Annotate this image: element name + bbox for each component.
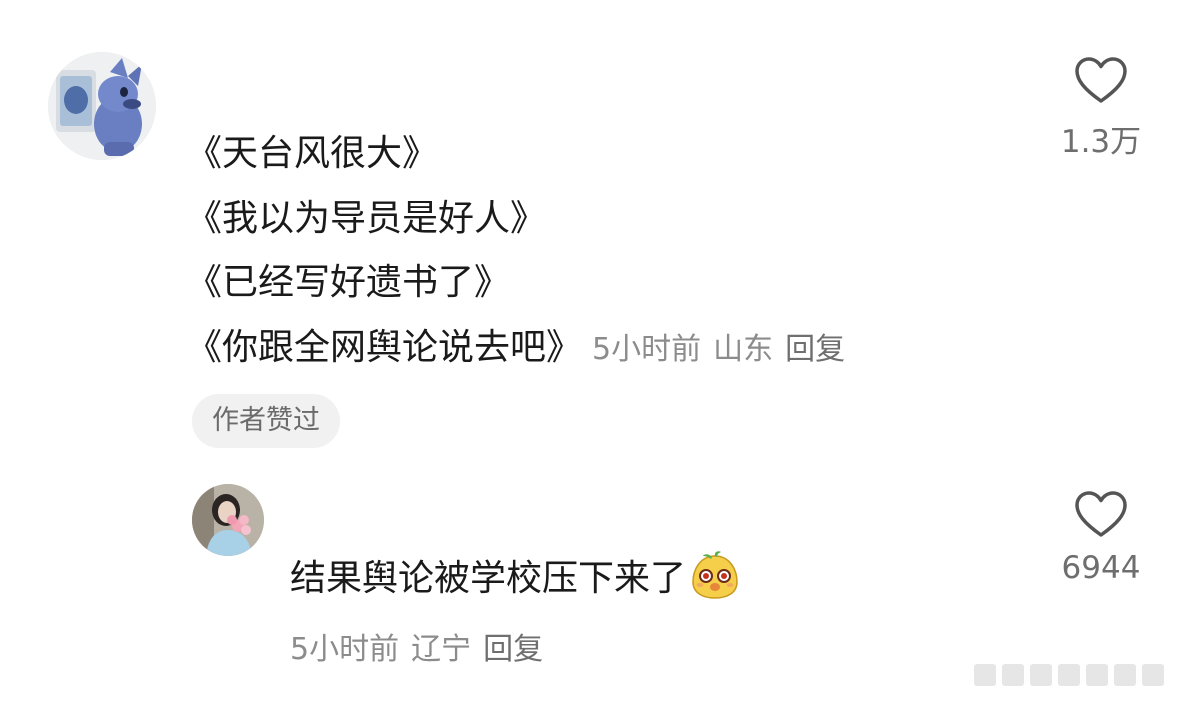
commenter-avatar[interactable] — [48, 52, 156, 160]
girl-with-flowers-icon — [192, 484, 264, 556]
heart-outline-icon[interactable] — [1074, 490, 1128, 540]
comment-body: 《天台风很大》 《我以为导员是好人》 《已经写好遗书了》 《你跟全网舆论说去吧》… — [186, 122, 857, 380]
comment-meta: 5小时前 山东 回复 — [592, 332, 857, 367]
watermark-graphic — [974, 664, 1164, 686]
comment-line-text: 《你跟全网舆论说去吧》 — [186, 326, 583, 368]
comment-line: 《已经写好遗书了》 — [186, 262, 511, 303]
comment-like-button[interactable]: 1.3万 — [1046, 56, 1156, 161]
reply-text: 结果舆论被学校压下来了 — [290, 558, 687, 599]
reply-location: 辽宁 — [411, 632, 472, 667]
reply-like-button[interactable]: 6944 — [1046, 490, 1156, 586]
heart-outline-icon[interactable] — [1074, 56, 1128, 106]
comment-line-last: 《你跟全网舆论说去吧》 5小时前 山东 回复 — [186, 316, 857, 381]
author-liked-badge: 作者赞过 — [192, 394, 340, 448]
comment-reply-button[interactable]: 回复 — [785, 332, 845, 367]
surprised-bean-emoji-icon — [690, 550, 740, 617]
comment-like-count: 1.3万 — [1060, 124, 1142, 160]
comment-time: 5小时前 — [592, 331, 702, 367]
reply-body: 结果舆论被学校压下来了 — [290, 550, 740, 617]
replier-avatar[interactable] — [192, 484, 264, 556]
reply-time: 5小时前 — [290, 632, 400, 667]
stitch-figure-icon — [48, 52, 156, 160]
reply-like-count: 6944 — [1061, 550, 1141, 586]
reply-reply-button[interactable]: 回复 — [483, 632, 543, 667]
comment-line: 《天台风很大》 — [186, 133, 439, 174]
reply-meta: 5小时前 辽宁 回复 — [290, 624, 555, 668]
comment-location: 山东 — [713, 331, 774, 367]
comment-line: 《我以为导员是好人》 — [186, 197, 547, 239]
